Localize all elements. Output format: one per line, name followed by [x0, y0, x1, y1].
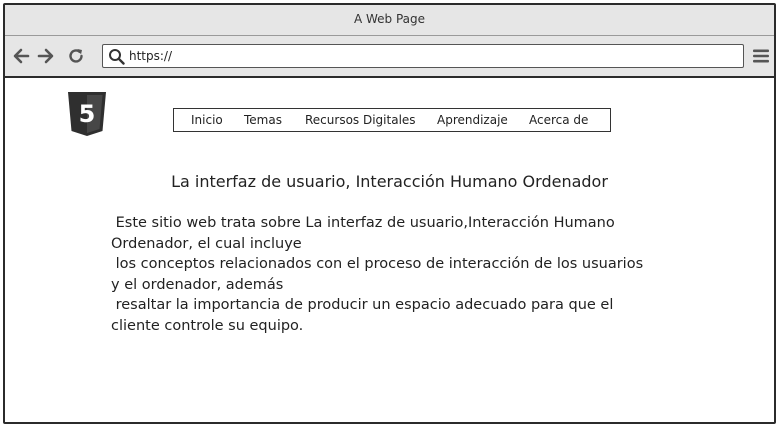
browser-window: A Web Page https:// 5 Inicio Temas Recur…	[3, 3, 776, 424]
paragraph-line: Ordenador, el cual incluye	[111, 235, 302, 252]
search-icon	[109, 49, 125, 65]
browser-toolbar: https://	[5, 36, 774, 78]
page-title: La interfaz de usuario, Interacción Huma…	[171, 172, 608, 191]
nav-item-temas[interactable]: Temas	[244, 113, 282, 127]
html5-logo-label: 5	[79, 100, 96, 128]
address-bar[interactable]: https://	[102, 44, 744, 68]
window-titlebar: A Web Page	[5, 5, 774, 36]
intro-paragraph: Este sitio web trata sobre La interfaz d…	[111, 213, 711, 336]
reload-icon[interactable]	[67, 47, 85, 65]
nav-item-aprendizaje[interactable]: Aprendizaje	[437, 113, 508, 127]
paragraph-line: cliente controle su equipo.	[111, 317, 304, 334]
address-bar-url[interactable]: https://	[129, 49, 172, 63]
paragraph-line: Este sitio web trata sobre La interfaz d…	[111, 215, 615, 231]
main-navbar: Inicio Temas Recursos Digitales Aprendiz…	[173, 108, 611, 132]
back-arrow-icon[interactable]	[12, 47, 30, 65]
window-title: A Web Page	[353, 12, 426, 26]
forward-arrow-icon[interactable]	[37, 47, 55, 65]
nav-item-recursos-digitales[interactable]: Recursos Digitales	[305, 113, 416, 127]
nav-item-acerca-de[interactable]: Acerca de	[529, 113, 588, 127]
hamburger-menu-icon[interactable]	[752, 47, 770, 65]
paragraph-line: los conceptos relacionados con el proces…	[111, 256, 644, 272]
nav-item-inicio[interactable]: Inicio	[191, 113, 223, 127]
paragraph-line: y el ordenador, además	[111, 276, 284, 293]
paragraph-line: resaltar la importancia de producir un e…	[111, 297, 614, 313]
page-content: 5 Inicio Temas Recursos Digitales Aprend…	[5, 78, 774, 422]
html5-logo-icon: 5	[68, 92, 106, 136]
